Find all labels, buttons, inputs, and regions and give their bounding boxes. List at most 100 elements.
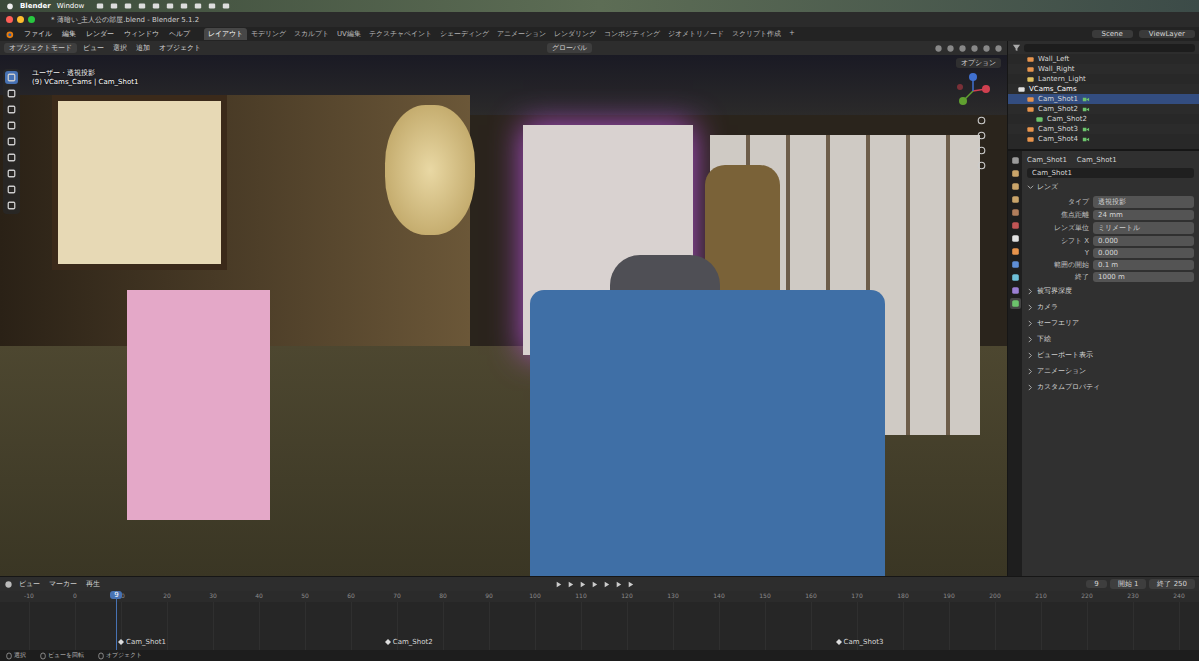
workspace-tab[interactable]: テクスチャペイント [365,28,436,40]
end-frame-field[interactable]: 終了 250 [1149,579,1195,589]
data-name-field[interactable]: Cam_Shot1 [1027,168,1194,178]
workspace-tab[interactable]: スカルプト [290,28,333,40]
collapsed-panel[interactable]: カメラ [1027,300,1194,314]
tray-icon[interactable] [222,2,230,10]
timeline-marker[interactable]: Cam_Shot1 [118,638,166,646]
tool-icon[interactable] [5,119,18,132]
workspace-tab[interactable]: ジオメトリノード [664,28,728,40]
tool-tab-icon[interactable] [1010,155,1021,166]
timeline-menu[interactable]: ビュー [16,579,43,589]
playhead[interactable]: 9 [110,591,122,599]
tool-icon[interactable] [5,183,18,196]
tray-icon[interactable] [138,2,146,10]
tool-icon[interactable] [5,151,18,164]
view_layer-tab-icon[interactable] [1010,194,1021,205]
menu-item[interactable]: 編集 [58,29,80,39]
outliner-item[interactable]: Cam_Shot2 [1008,104,1199,114]
playback-icon[interactable] [554,580,563,589]
menu-item[interactable]: ウィンドウ [120,29,163,39]
options-button[interactable]: オプション [956,58,1001,68]
playback-icon[interactable] [578,580,587,589]
output-tab-icon[interactable] [1010,181,1021,192]
tray-icon[interactable] [152,2,160,10]
outliner-item[interactable]: Cam_Shot3 [1008,124,1199,134]
shading-icon[interactable] [934,44,943,53]
physics-tab-icon[interactable] [1010,272,1021,283]
object-tab-icon[interactable] [1010,246,1021,257]
timeline-marker[interactable]: Cam_Shot2 [385,638,433,646]
tool-icon[interactable] [5,71,18,84]
shading-icon[interactable] [958,44,967,53]
close-button[interactable] [6,16,13,23]
collection-tab-icon[interactable] [1010,233,1021,244]
outliner-item[interactable]: VCams_Cams [1008,84,1199,94]
playback-icon[interactable] [626,580,635,589]
scene-field[interactable]: Scene [1092,30,1133,38]
tray-icon[interactable] [194,2,202,10]
collapsed-panel[interactable]: アニメーション [1027,364,1194,378]
navigate-icon[interactable] [976,115,987,126]
viewport-menu[interactable]: 追加 [133,43,153,53]
data-tab-icon[interactable] [1010,298,1021,309]
workspace-tab[interactable]: レンダリング [550,28,600,40]
navigate-icon[interactable] [976,160,987,171]
mac-menu-item[interactable]: Window [57,2,85,10]
navigate-icon[interactable] [976,145,987,156]
property-value[interactable]: 0.000 [1093,248,1194,258]
outliner-item[interactable]: Lantern_Light [1008,74,1199,84]
property-value[interactable]: 0.000 [1093,236,1194,246]
apple-icon[interactable] [6,2,14,10]
timeline-marker[interactable]: Cam_Shot3 [836,638,884,646]
minimize-button[interactable] [17,16,24,23]
modifiers-tab-icon[interactable] [1010,259,1021,270]
collapsed-panel[interactable]: 被写界深度 [1027,284,1194,298]
shading-icon[interactable] [982,44,991,53]
playback-icon[interactable] [590,580,599,589]
workspace-tab[interactable]: UV編集 [333,28,365,40]
shading-icon[interactable] [946,44,955,53]
blender-logo-icon[interactable] [4,29,14,39]
workspace-tab[interactable]: + [785,28,799,40]
tool-icon[interactable] [5,103,18,116]
menu-item[interactable]: ファイル [20,29,56,39]
outliner-item[interactable]: Cam_Shot2 [1008,114,1199,124]
collapsed-panel[interactable]: ビューポート表示 [1027,348,1194,362]
menu-item[interactable]: レンダー [82,29,118,39]
timeline-menu[interactable]: マーカー [46,579,80,589]
lens-panel-header[interactable]: レンズ [1027,180,1194,194]
playback-icon[interactable] [602,580,611,589]
tray-icon[interactable] [208,2,216,10]
world-tab-icon[interactable] [1010,220,1021,231]
render-tab-icon[interactable] [1010,168,1021,179]
editor-type-icon[interactable] [4,580,13,589]
timeline-menu[interactable]: 再生 [83,579,103,589]
tray-icon[interactable] [124,2,132,10]
navigate-icon[interactable] [976,130,987,141]
viewport-menu[interactable]: オブジェクト [156,43,204,53]
outliner-item[interactable]: Wall_Left [1008,54,1199,64]
filter-icon[interactable] [1012,43,1021,52]
zoom-button[interactable] [28,16,35,23]
workspace-tab[interactable]: モデリング [247,28,290,40]
tray-icon[interactable] [180,2,188,10]
view-layer-field[interactable]: ViewLayer [1139,30,1195,38]
viewport-menu[interactable]: 選択 [110,43,130,53]
viewport-canvas[interactable]: ユーザー・透視投影(9) VCams_Cams | Cam_Shot1オプション [0,55,1007,576]
timeline-track[interactable]: -100102030405060708090100110120130140150… [0,591,1199,650]
tool-icon[interactable] [5,87,18,100]
axis-gizmo-icon[interactable] [953,71,993,111]
workspace-tab[interactable]: コンポジティング [600,28,664,40]
property-value[interactable]: ミリメートル [1093,222,1194,234]
collapsed-panel[interactable]: 下絵 [1027,332,1194,346]
shading-icon[interactable] [970,44,979,53]
playback-icon[interactable] [614,580,623,589]
outliner-item[interactable]: Wall_Right [1008,64,1199,74]
collapsed-panel[interactable]: セーフエリア [1027,316,1194,330]
tool-icon[interactable] [5,135,18,148]
outliner-item[interactable]: Cam_Shot4 [1008,134,1199,144]
collapsed-panel[interactable]: カスタムプロパティ [1027,380,1194,394]
workspace-tab[interactable]: スクリプト作成 [728,28,785,40]
property-value[interactable]: 透視投影 [1093,196,1194,208]
outliner-search[interactable] [1024,44,1195,52]
tray-icon[interactable] [110,2,118,10]
